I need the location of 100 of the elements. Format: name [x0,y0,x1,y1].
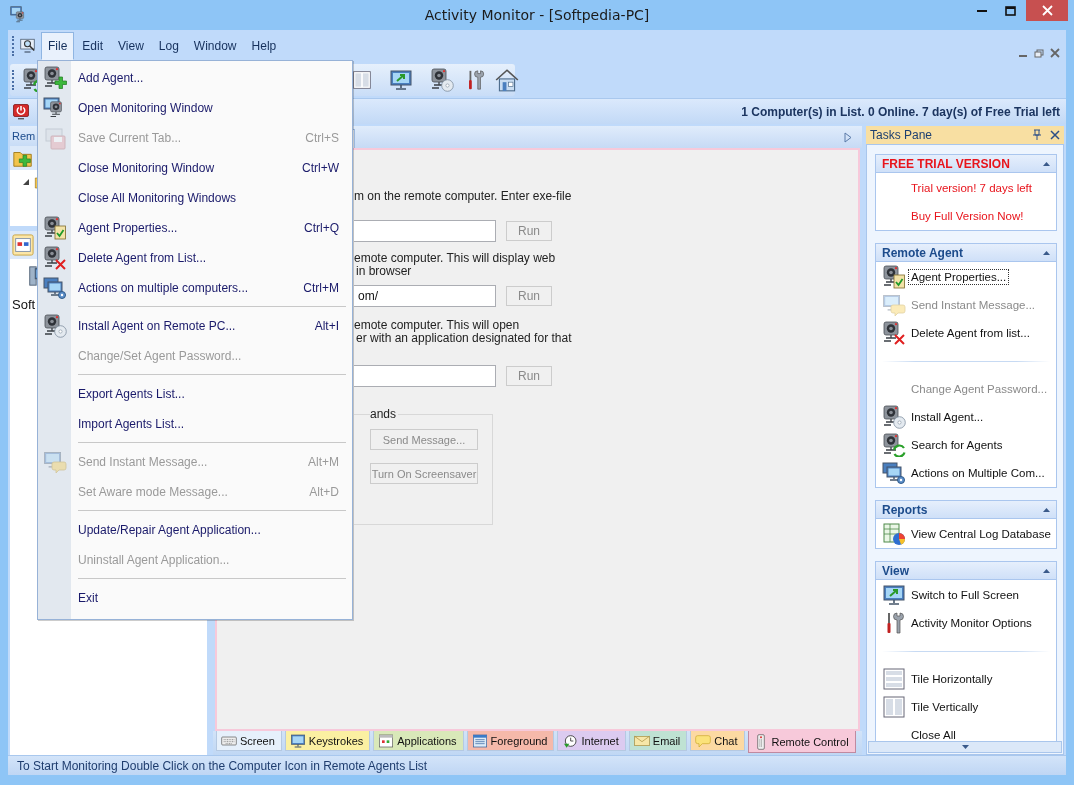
menu-item[interactable]: Close Monitoring Window Ctrl+W [38,153,352,183]
task-link[interactable]: Agent Properties... [908,269,1010,285]
menu-item[interactable]: Close All Monitoring Windows [38,183,352,213]
task-link[interactable]: Trial version! 7 days left [908,180,1035,196]
view-tab[interactable]: Applications [373,731,464,751]
menu-item[interactable]: Export Agents List... [38,379,352,409]
instruction-text: emote computer. This will open [354,319,521,332]
webcam-cross-icon[interactable] [882,321,906,345]
command-field[interactable]: om/ [354,285,496,307]
view-tab[interactable]: Remote Control [747,731,856,753]
webcam-plus-icon [42,66,67,90]
view-tab[interactable]: Email [628,731,688,751]
monitor-magnifier-icon[interactable] [20,37,38,55]
menu-item[interactable]: Delete Agent from List... [38,243,352,273]
tab-label: Foreground [490,734,548,747]
group-header[interactable]: View [875,561,1057,580]
instruction-text: in browser [355,265,412,278]
instruction-text: m on the remote computer. Enter exe-file [354,190,573,203]
task-link[interactable]: Search for Agents [908,437,1006,453]
table-pie-chart-icon[interactable] [882,522,906,546]
toolbar-grip[interactable] [12,36,16,56]
scroll-right-button[interactable] [844,131,852,143]
menu-item[interactable]: Log [151,32,186,60]
chevron-icon[interactable] [1043,250,1050,255]
task-link[interactable]: Tile Horizontally [908,671,996,687]
task-link[interactable]: Tile Vertically [908,699,982,715]
menu-item[interactable]: File [41,32,75,60]
monitor-arrow-icon[interactable] [882,583,906,607]
menu-label: Uninstall Agent Application... [78,553,230,567]
tile-horizontal-icon[interactable] [882,667,906,691]
webcam-disc-icon[interactable] [882,405,906,429]
view-tab[interactable]: Screen [216,731,282,751]
task-link[interactable]: Actions on Multiple Com... [908,465,1048,481]
monitors-gear-icon[interactable] [882,461,906,485]
tile-vertical-icon[interactable] [882,695,906,719]
task-link[interactable]: Buy Full Version Now! [908,208,1027,224]
menu-item[interactable]: Help [244,32,284,60]
agent-name[interactable]: Soft [12,297,36,312]
task-link[interactable]: Switch to Full Screen [908,587,1022,603]
expander-icon[interactable] [22,178,30,186]
view-tab[interactable]: Internet [557,731,626,751]
group-header[interactable]: Reports [875,500,1057,519]
menu-label: Actions on multiple computers... [78,281,249,295]
menu-label: Send Instant Message... [78,455,208,469]
window-panels-icon[interactable] [12,234,34,256]
monitor-arrow-icon[interactable] [389,68,413,92]
menu-item[interactable]: Edit [75,32,111,60]
chevron-icon[interactable] [1043,507,1050,512]
menu-item[interactable]: Add Agent... [38,63,352,93]
instruction-text: er with an application designated for that [355,332,573,345]
chevron-icon[interactable] [1043,568,1050,573]
toolbar-grip[interactable] [12,70,16,90]
menu-label: Close Monitoring Window [78,161,215,175]
webcam-checklist-icon[interactable] [882,265,906,289]
group-header[interactable]: FREE TRIAL VERSION [875,154,1057,173]
shortcut-text: Alt+I [314,319,340,333]
view-tab[interactable]: Keystrokes [284,731,371,751]
group-header[interactable]: Remote Agent [875,243,1057,262]
task-link[interactable]: View Central Log Database [908,526,1054,542]
menu-label: Export Agents List... [78,387,185,401]
shortcut-text: Ctrl+M [303,281,340,295]
shortcut-text: Alt+D [309,485,340,499]
tile-vertical-icon[interactable] [352,70,372,90]
menu-item[interactable]: View [111,32,151,60]
pin-button[interactable] [1032,129,1042,141]
maximize-icon[interactable] [1004,5,1016,16]
command-field[interactable] [354,365,496,387]
menu-item[interactable]: Exit [38,583,352,613]
caret-down-icon[interactable] [961,745,969,749]
agent-count-text: 1 Computer(s) in List. 0 Online. 7 day(s) of Free Trial left [741,104,1061,119]
shortcut-text: Ctrl+Q [304,221,340,235]
view-tab[interactable]: Foreground [466,731,555,751]
task-link[interactable]: Install Agent... [908,409,987,425]
webcam-checklist-icon [42,216,67,240]
pane-title: Tasks Pane [870,128,934,142]
power-icon[interactable] [12,102,30,121]
house-icon[interactable] [494,67,520,93]
group-title: Reports [882,502,929,517]
menu-item[interactable]: Agent Properties... Ctrl+Q [38,213,352,243]
chevron-icon[interactable] [1043,161,1050,166]
menu-item[interactable]: Open Monitoring Window [38,93,352,123]
close-button[interactable] [1026,0,1068,21]
menu-item[interactable]: Install Agent on Remote PC... Alt+I [38,311,352,341]
menu-label: Change/Set Agent Password... [78,349,242,363]
webcam-disc-icon [42,314,67,338]
view-tab[interactable]: Chat [690,731,745,751]
tab-label: Internet [581,734,619,747]
shortcut-text: Ctrl+W [302,161,340,175]
menu-item[interactable]: Import Agents List... [38,409,352,439]
task-link[interactable]: Close All [908,727,959,743]
webcam-disc-icon[interactable] [430,68,454,92]
webcam-refresh-icon[interactable] [882,433,906,457]
task-link[interactable]: Delete Agent from list... [908,325,1033,341]
command-field[interactable] [354,220,496,242]
close-button[interactable] [1050,130,1060,140]
menu-item[interactable]: Actions on multiple computers... Ctrl+M [38,273,352,303]
task-link[interactable]: Activity Monitor Options [908,615,1035,631]
monitor-icon [289,732,306,749]
menu-item[interactable]: Update/Repair Agent Application... [38,515,352,545]
menu-item[interactable]: Window [186,32,244,60]
